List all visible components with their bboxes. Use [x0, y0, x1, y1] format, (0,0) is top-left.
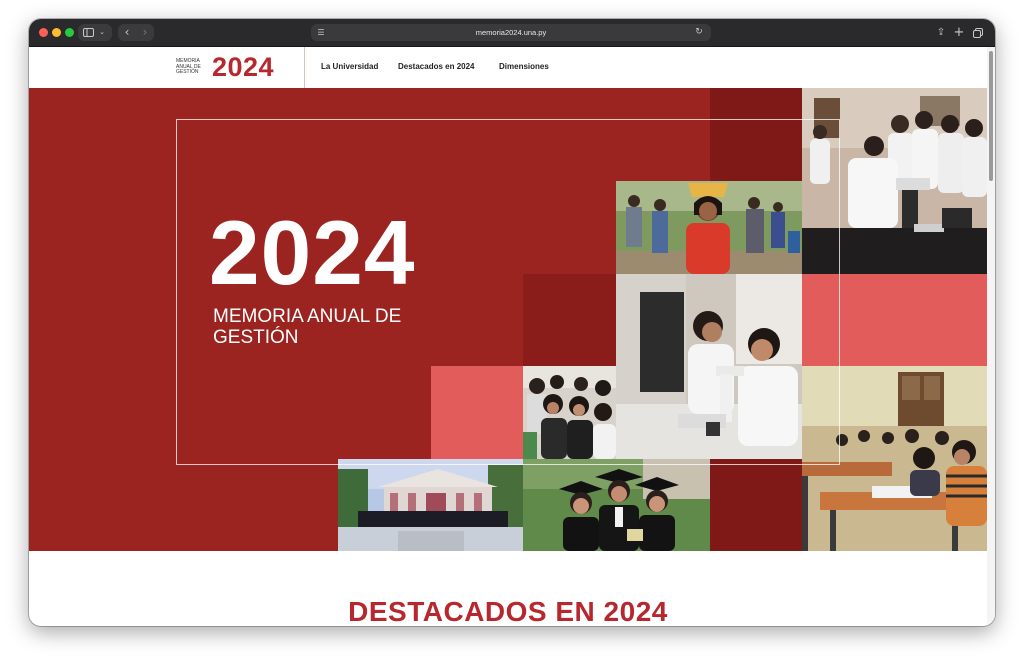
nav-la-universidad[interactable]: La Universidad — [321, 62, 378, 71]
new-tab-icon[interactable]: + — [953, 24, 965, 41]
share-icon[interactable]: ⇪ — [935, 24, 947, 41]
forward-icon[interactable]: › — [138, 24, 152, 41]
scrollbar-thumb[interactable] — [989, 51, 993, 181]
zoom-window-button[interactable] — [65, 28, 74, 37]
dark-red-block — [710, 459, 802, 551]
section-title: DESTACADOS EN 2024 — [348, 596, 668, 627]
browser-titlebar: ⌄ ‹ › ☰ memoria2024.una.py ↻ ⇪ + — [29, 19, 995, 47]
hero-subtitle: MEMORIA ANUAL DE GESTIÓN — [213, 306, 402, 348]
minimize-window-button[interactable] — [52, 28, 61, 37]
chevron-down-icon: ⌄ — [99, 28, 105, 36]
hero-year: 2024 — [209, 203, 416, 304]
nav-dimensiones[interactable]: Dimensiones — [499, 62, 549, 71]
address-bar[interactable]: ☰ memoria2024.una.py ↻ — [311, 24, 711, 41]
logo-text: MEMORIA ANUAL DE GESTIÓN — [176, 58, 201, 76]
reload-icon[interactable]: ↻ — [693, 24, 705, 41]
browser-window: ⌄ ‹ › ☰ memoria2024.una.py ↻ ⇪ + MEMORIA… — [29, 19, 995, 626]
tab-overview-icon[interactable] — [972, 24, 984, 41]
sidebar-icon — [82, 24, 94, 41]
hero-banner: 2024 MEMORIA ANUAL DE GESTIÓN — [29, 88, 987, 551]
site-header: MEMORIA ANUAL DE GESTIÓN 2024 La Univers… — [29, 47, 987, 89]
back-icon[interactable]: ‹ — [120, 24, 134, 41]
page-scrollbar[interactable] — [987, 47, 995, 626]
logo-year: 2024 — [212, 52, 275, 82]
close-window-button[interactable] — [39, 28, 48, 37]
header-divider — [304, 47, 305, 88]
url-text: memoria2024.una.py — [475, 28, 547, 37]
photo-university-building — [338, 459, 523, 551]
photo-graduates — [523, 459, 710, 551]
nav-destacados-2024[interactable]: Destacados en 2024 — [398, 62, 475, 71]
